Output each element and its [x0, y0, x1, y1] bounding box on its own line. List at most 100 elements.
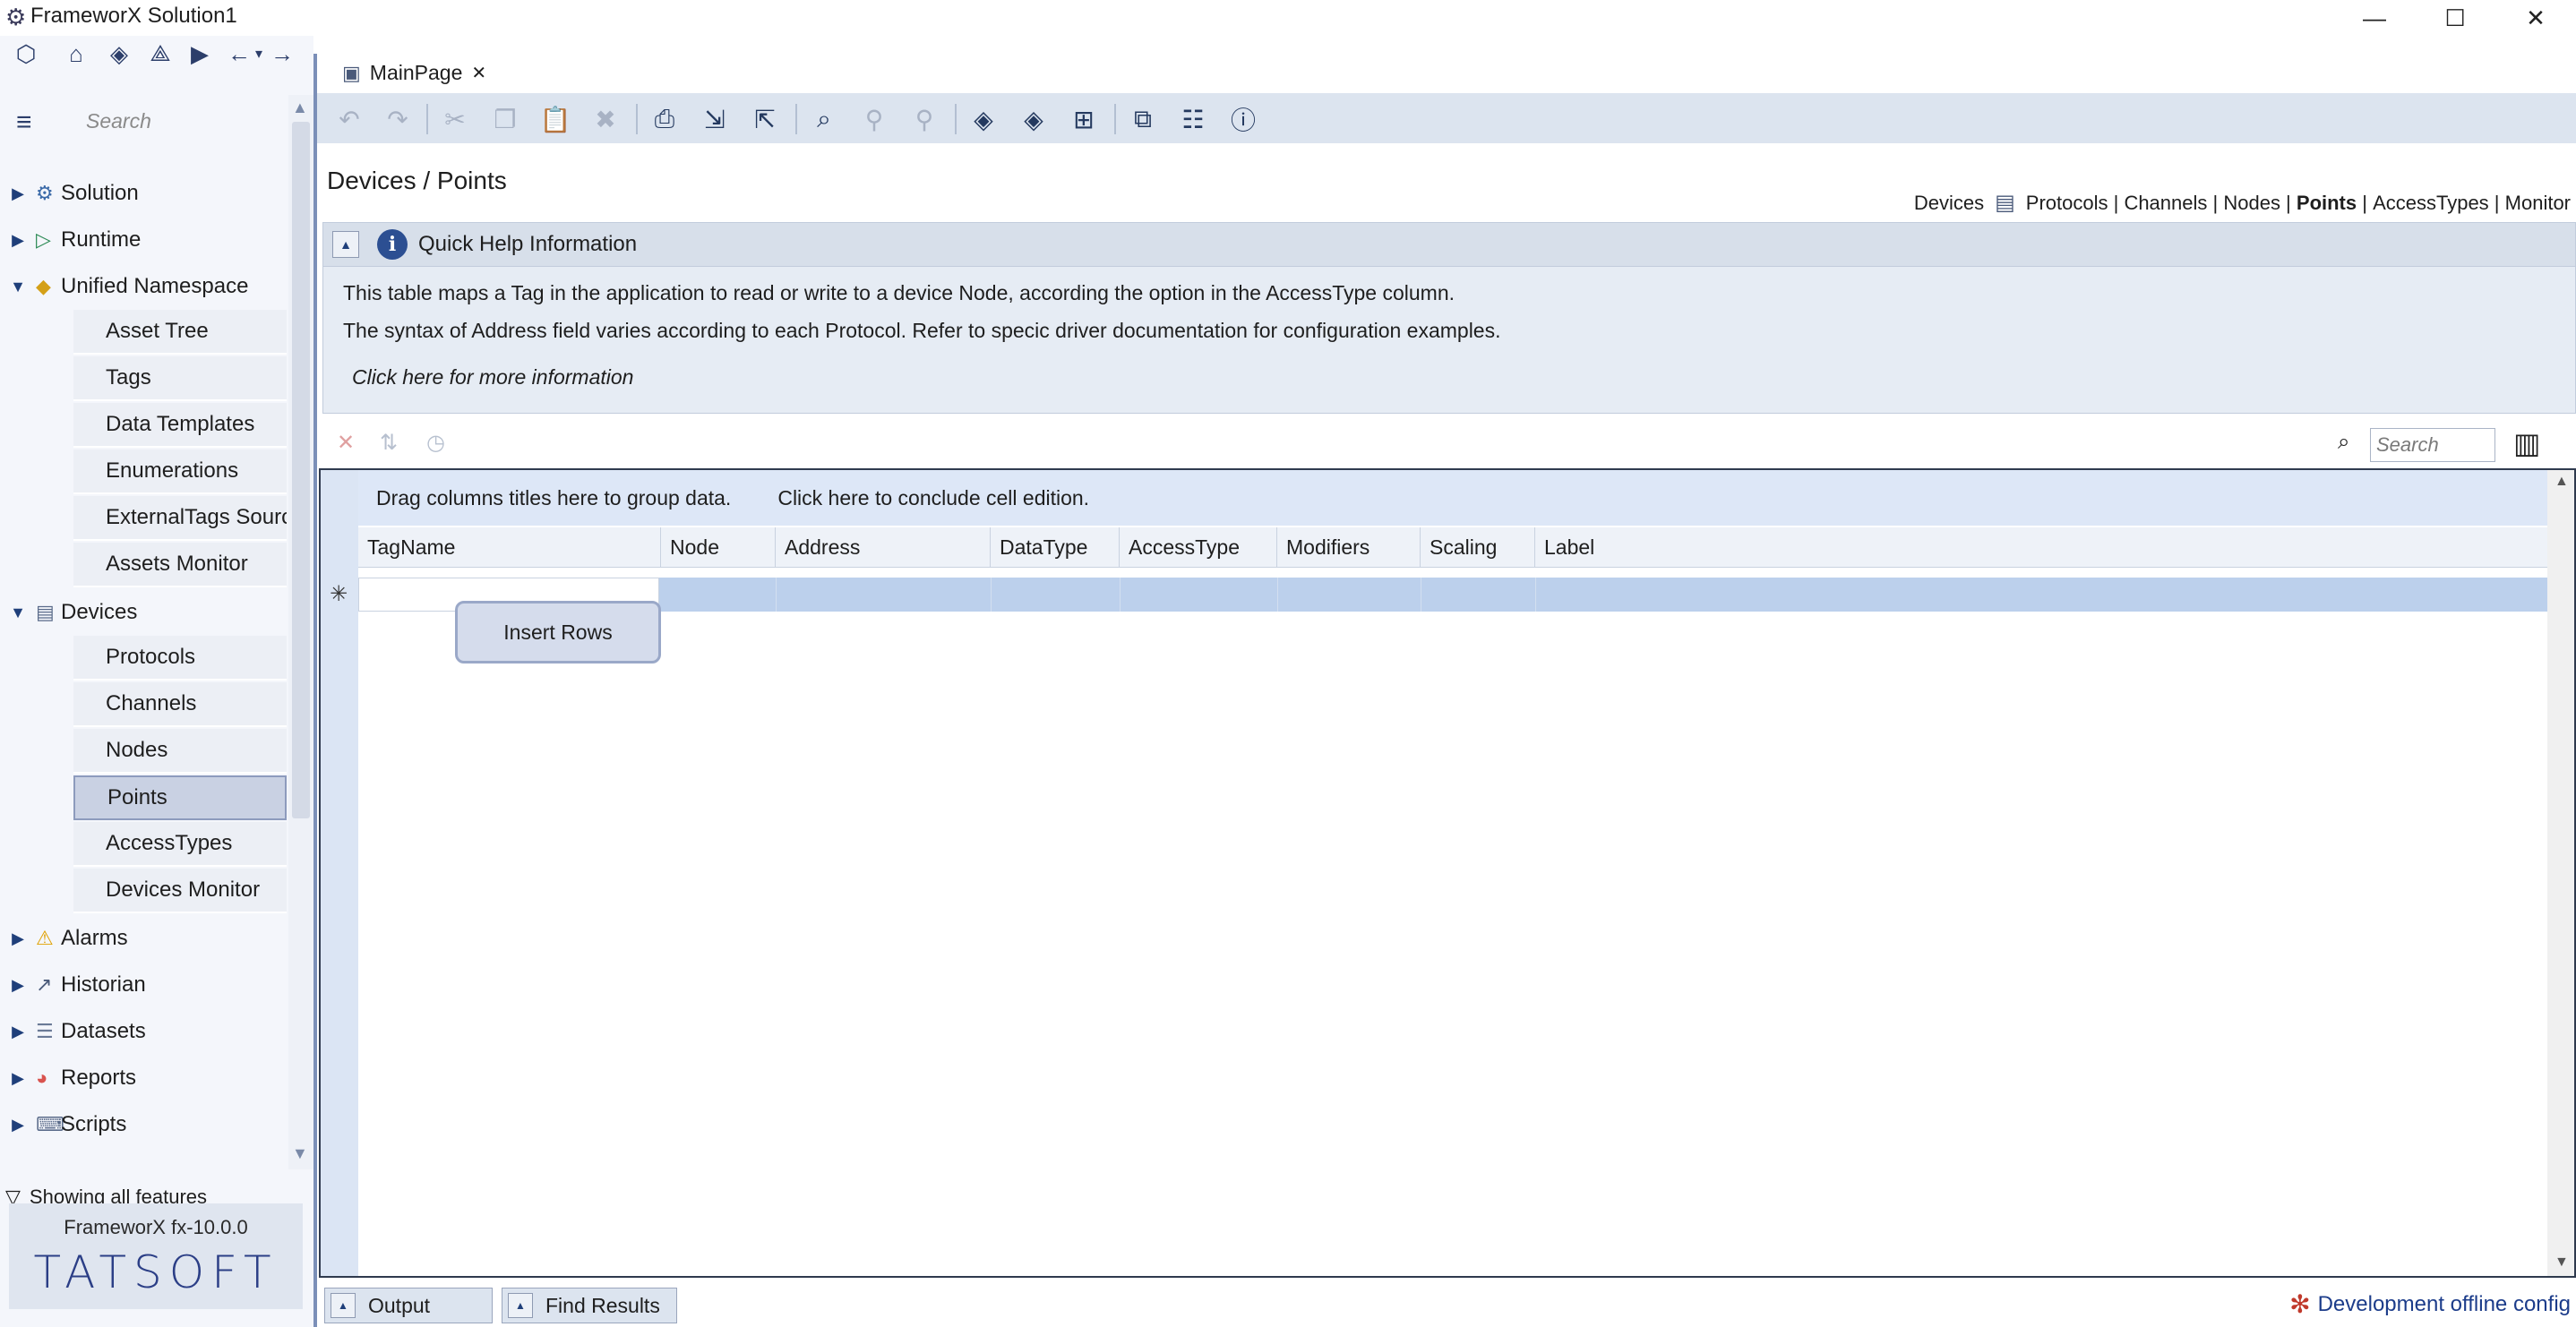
close-window-button[interactable]: ✕	[2495, 0, 2576, 36]
cut-icon[interactable]: ✂	[437, 102, 473, 136]
maximize-button[interactable]: ☐	[2415, 0, 2495, 36]
insert-rows-button[interactable]: Insert Rows	[455, 601, 661, 664]
paste-icon[interactable]: 📋	[537, 102, 573, 136]
sidebar-scrollbar[interactable]: ▲ ▼	[288, 95, 313, 1169]
delete-icon[interactable]: ✖	[588, 102, 623, 136]
sidebar-item-channels[interactable]: Channels	[73, 682, 287, 727]
sidebar-item-asset-tree[interactable]: Asset Tree	[73, 310, 287, 355]
conclude-edit-link[interactable]: Click here to conclude cell edition.	[777, 486, 1089, 510]
column-header-scaling[interactable]: Scaling	[1421, 527, 1535, 567]
expand-arrow-icon[interactable]: ▶	[0, 929, 36, 948]
tree-group-reports[interactable]: ▶ ◕ Reports	[0, 1055, 288, 1101]
plugin-icon[interactable]: ⟁	[145, 38, 176, 70]
grid-scrollbar[interactable]: ▲ ▼	[2547, 470, 2574, 1276]
history-icon[interactable]: ◷	[426, 430, 445, 456]
sidebar-item-data-templates[interactable]: Data Templates	[73, 403, 287, 448]
scroll-up-icon[interactable]: ▲	[2555, 474, 2569, 490]
find-prev-icon[interactable]: ⚲	[856, 102, 892, 136]
panel-divider[interactable]	[313, 54, 317, 1327]
redo-icon[interactable]: ↷	[380, 102, 416, 136]
scroll-thumb[interactable]	[292, 122, 310, 818]
column-chooser-icon[interactable]: ▥	[2513, 426, 2540, 460]
tree-group-scripts[interactable]: ▶ ⌨ Scripts	[0, 1101, 288, 1148]
status-indicator[interactable]: ✻ Development offline config	[2289, 1289, 2571, 1319]
grid-cell[interactable]	[776, 578, 777, 612]
menu-icon[interactable]: ≡	[16, 107, 32, 138]
tree-group-solution[interactable]: ▶ ⚙ Solution	[0, 170, 288, 217]
delete-row-icon[interactable]: ✕	[337, 430, 355, 456]
copy-icon[interactable]: ❐	[487, 102, 523, 136]
expand-arrow-icon[interactable]: ▶	[0, 231, 36, 250]
tree-group-alarms[interactable]: ▶ ⚠ Alarms	[0, 915, 288, 962]
group-by-panel[interactable]: Drag columns titles here to group data. …	[358, 470, 2551, 526]
solution-logo-icon[interactable]: ⬡	[11, 38, 41, 70]
sidebar-item-nodes[interactable]: Nodes	[73, 729, 287, 774]
find-next-icon[interactable]: ⚲	[906, 102, 942, 136]
collapse-arrow-icon[interactable]: ▼	[0, 278, 36, 296]
sidebar-item-externaltags-source[interactable]: ExternalTags Source	[73, 496, 287, 541]
tree-group-devices[interactable]: ▼ ▤ Devices	[0, 589, 288, 636]
expand-arrow-icon[interactable]: ▶	[0, 976, 36, 995]
scroll-up-icon[interactable]: ▲	[292, 98, 308, 117]
help-icon[interactable]: ⓘ	[1225, 102, 1261, 136]
open-external-icon[interactable]: ⧉	[1125, 102, 1161, 136]
grid-cell[interactable]	[1535, 578, 1536, 612]
close-tab-icon[interactable]: ✕	[471, 62, 486, 84]
nav-link-nodes[interactable]: Nodes	[2223, 192, 2280, 215]
nav-link-points[interactable]: Points	[2297, 192, 2357, 215]
tree-group-datasets[interactable]: ▶ ☰ Datasets	[0, 1008, 288, 1055]
expand-toggle-icon[interactable]: ▲	[508, 1293, 533, 1318]
sidebar-item-accesstypes[interactable]: AccessTypes	[73, 822, 287, 867]
find-results-tab[interactable]: ▲ Find Results	[502, 1288, 677, 1323]
column-header-modifiers[interactable]: Modifiers	[1277, 527, 1421, 567]
expand-arrow-icon[interactable]: ▶	[0, 184, 36, 203]
grid-cell[interactable]	[1277, 578, 1278, 612]
column-header-datatype[interactable]: DataType	[991, 527, 1120, 567]
tag-settings-icon[interactable]: ◈	[1016, 102, 1052, 136]
tab-mainpage[interactable]: ▣ MainPage ✕	[342, 61, 486, 85]
output-tab[interactable]: ▲ Output	[324, 1288, 493, 1323]
more-info-link[interactable]: Click here for more information	[352, 365, 633, 390]
nav-link-protocols[interactable]: Protocols	[2026, 192, 2108, 215]
minimize-button[interactable]: —	[2334, 0, 2415, 36]
run-icon[interactable]: ▶	[185, 38, 215, 70]
forward-icon[interactable]: →	[267, 38, 297, 70]
column-header-node[interactable]: Node	[661, 527, 776, 567]
sidebar-item-assets-monitor[interactable]: Assets Monitor	[73, 543, 287, 587]
expand-arrow-icon[interactable]: ▶	[0, 1023, 36, 1041]
grid-search-input[interactable]: Search	[2370, 428, 2495, 462]
tree-icon[interactable]: ⊞	[1066, 102, 1102, 136]
sidebar-item-tags[interactable]: Tags	[73, 356, 287, 401]
quick-help-header[interactable]: ▲ i Quick Help Information	[322, 222, 2576, 267]
sort-icon[interactable]: ⇅	[380, 430, 398, 456]
print-icon[interactable]: ⎙	[647, 102, 683, 136]
sidebar-item-points[interactable]: Points	[73, 775, 287, 820]
comment-icon[interactable]: ☷	[1175, 102, 1211, 136]
column-header-tagname[interactable]: TagName	[358, 527, 661, 567]
scroll-down-icon[interactable]: ▼	[2555, 1254, 2569, 1271]
export-icon[interactable]: ⇱	[747, 102, 783, 136]
tree-group-historian[interactable]: ▶ ↗ Historian	[0, 962, 288, 1008]
grid-cell[interactable]	[1120, 578, 1121, 612]
find-icon[interactable]: ⌕	[806, 102, 842, 136]
column-header-accesstype[interactable]: AccessType	[1120, 527, 1277, 567]
sidebar-item-enumerations[interactable]: Enumerations	[73, 449, 287, 494]
undo-icon[interactable]: ↶	[331, 102, 367, 136]
import-icon[interactable]: ⇲	[697, 102, 733, 136]
expand-arrow-icon[interactable]: ▶	[0, 1069, 36, 1088]
new-row[interactable]	[358, 578, 2551, 612]
tree-group-runtime[interactable]: ▶ ▷ Runtime	[0, 217, 288, 263]
column-header-address[interactable]: Address	[776, 527, 991, 567]
add-tag-icon[interactable]: ◈	[966, 102, 1001, 136]
collapse-arrow-icon[interactable]: ▼	[0, 604, 36, 622]
nav-link-accesstypes[interactable]: AccessTypes	[2373, 192, 2489, 215]
expand-arrow-icon[interactable]: ▶	[0, 1116, 36, 1134]
collapse-toggle-icon[interactable]: ▲	[332, 231, 359, 258]
tree-group-unified-namespace[interactable]: ▼ ◆ Unified Namespace	[0, 263, 288, 310]
sidebar-search-input[interactable]: Search	[86, 109, 151, 133]
tag-icon[interactable]: ◈	[104, 38, 134, 70]
nav-link-channels[interactable]: Channels	[2124, 192, 2207, 215]
sidebar-item-protocols[interactable]: Protocols	[73, 636, 287, 681]
grid-cell[interactable]	[991, 578, 992, 612]
expand-toggle-icon[interactable]: ▲	[331, 1293, 356, 1318]
